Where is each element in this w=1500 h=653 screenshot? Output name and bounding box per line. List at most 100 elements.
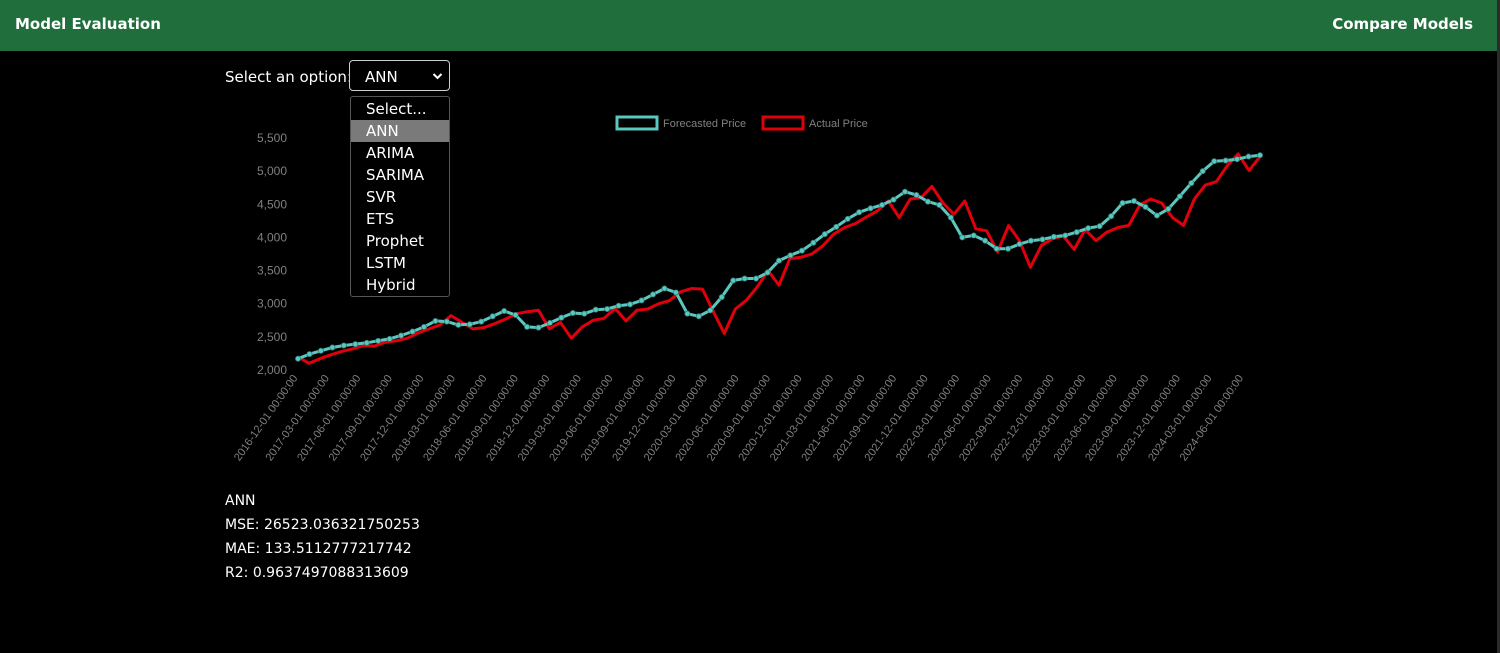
- data-point: [604, 306, 611, 313]
- data-point: [375, 337, 382, 344]
- data-point: [833, 223, 840, 230]
- data-point: [432, 317, 439, 324]
- data-point: [1039, 236, 1046, 243]
- data-point: [959, 234, 966, 241]
- data-point: [650, 291, 657, 298]
- data-point: [1108, 213, 1115, 220]
- data-point: [993, 245, 1000, 252]
- select-label: Select an option:: [225, 68, 352, 86]
- legend-label: Forecasted Price: [663, 118, 746, 130]
- data-point: [1062, 232, 1069, 239]
- y-tick-label: 2,500: [257, 330, 287, 344]
- data-point: [1016, 241, 1023, 248]
- data-point: [718, 294, 725, 301]
- legend-label: Actual Price: [809, 118, 868, 130]
- metrics-panel: ANN MSE: 26523.036321750253 MAE: 133.511…: [225, 489, 420, 585]
- mse-label: MSE:: [225, 517, 260, 533]
- chevron-down-icon: [432, 73, 443, 80]
- model-select[interactable]: ANN: [349, 60, 450, 91]
- data-point: [867, 205, 874, 212]
- data-point: [924, 198, 931, 205]
- price-line-chart: 2,000 2,500 3,000 3,500 4,000 4,500 5,000 5,500…: [232, 115, 1264, 464]
- data-point: [947, 214, 954, 221]
- data-point: [1188, 180, 1195, 187]
- data-point: [569, 309, 576, 316]
- app-title: Model Evaluation: [15, 15, 161, 33]
- data-point: [879, 201, 886, 208]
- data-point: [1050, 233, 1057, 240]
- model-select-value: ANN: [365, 68, 398, 86]
- mae-row: MAE: 133.5112777217742: [225, 537, 420, 561]
- data-point: [558, 314, 565, 321]
- data-point: [695, 313, 702, 320]
- y-tick-label: 4,500: [257, 197, 287, 211]
- mae-value: 133.5112777217742: [264, 541, 412, 557]
- data-point: [294, 355, 301, 362]
- data-point: [1073, 229, 1080, 236]
- data-point: [1222, 157, 1229, 164]
- data-point: [340, 342, 347, 349]
- series-line: [297, 153, 1261, 361]
- data-point: [489, 313, 496, 320]
- data-point: [764, 269, 771, 276]
- data-point: [1245, 153, 1252, 160]
- data-point: [638, 297, 645, 304]
- legend-swatch: [615, 115, 659, 131]
- data-point: [615, 302, 622, 309]
- data-point: [821, 231, 828, 238]
- data-point: [890, 196, 897, 203]
- metrics-model-name: ANN: [225, 493, 256, 509]
- data-point: [1085, 225, 1092, 232]
- data-point: [420, 323, 427, 330]
- r2-row: R2: 0.9637497088313609: [225, 561, 420, 585]
- data-point: [913, 192, 920, 199]
- data-point: [1176, 193, 1183, 200]
- data-point: [478, 318, 485, 325]
- y-tick-label: 3,500: [257, 264, 287, 278]
- data-point: [901, 188, 908, 195]
- data-point: [409, 328, 416, 335]
- data-point: [627, 301, 634, 308]
- mse-value: 26523.036321750253: [263, 517, 420, 533]
- mae-label: MAE:: [225, 541, 261, 557]
- data-point: [982, 237, 989, 244]
- y-tick-label: 2,000: [257, 363, 287, 377]
- data-point: [1153, 212, 1160, 219]
- data-point: [844, 215, 851, 222]
- data-point: [317, 347, 324, 354]
- data-point: [936, 201, 943, 208]
- data-point: [1005, 245, 1012, 252]
- data-point: [363, 339, 370, 346]
- x-tick-label: 2024-06-01 00:00:00: [1178, 373, 1246, 464]
- data-point: [306, 351, 313, 358]
- data-point: [455, 321, 462, 328]
- legend-swatch: [761, 115, 805, 131]
- data-point: [707, 307, 714, 314]
- data-point: [661, 285, 668, 292]
- y-tick-label: 5,500: [257, 131, 287, 145]
- data-point: [1165, 205, 1172, 212]
- data-point: [1257, 152, 1264, 159]
- y-tick-label: 5,000: [257, 164, 287, 178]
- data-point: [398, 332, 405, 339]
- data-point: [1211, 158, 1218, 165]
- data-point: [684, 310, 691, 317]
- compare-models-link[interactable]: Compare Models: [1332, 15, 1473, 33]
- data-point: [1096, 223, 1103, 230]
- data-point: [672, 289, 679, 296]
- data-point: [581, 310, 588, 317]
- data-point: [386, 335, 393, 342]
- y-tick-label: 4,000: [257, 230, 287, 244]
- data-point: [856, 209, 863, 216]
- data-point: [753, 275, 760, 282]
- data-point: [512, 311, 519, 318]
- top-navbar: Model Evaluation Compare Models: [0, 0, 1497, 51]
- data-point: [810, 239, 817, 246]
- data-point: [466, 321, 473, 328]
- data-point: [443, 318, 450, 325]
- data-point: [501, 308, 508, 315]
- data-point: [1119, 199, 1126, 206]
- data-point: [535, 324, 542, 331]
- data-point: [787, 252, 794, 259]
- data-point: [1027, 237, 1034, 244]
